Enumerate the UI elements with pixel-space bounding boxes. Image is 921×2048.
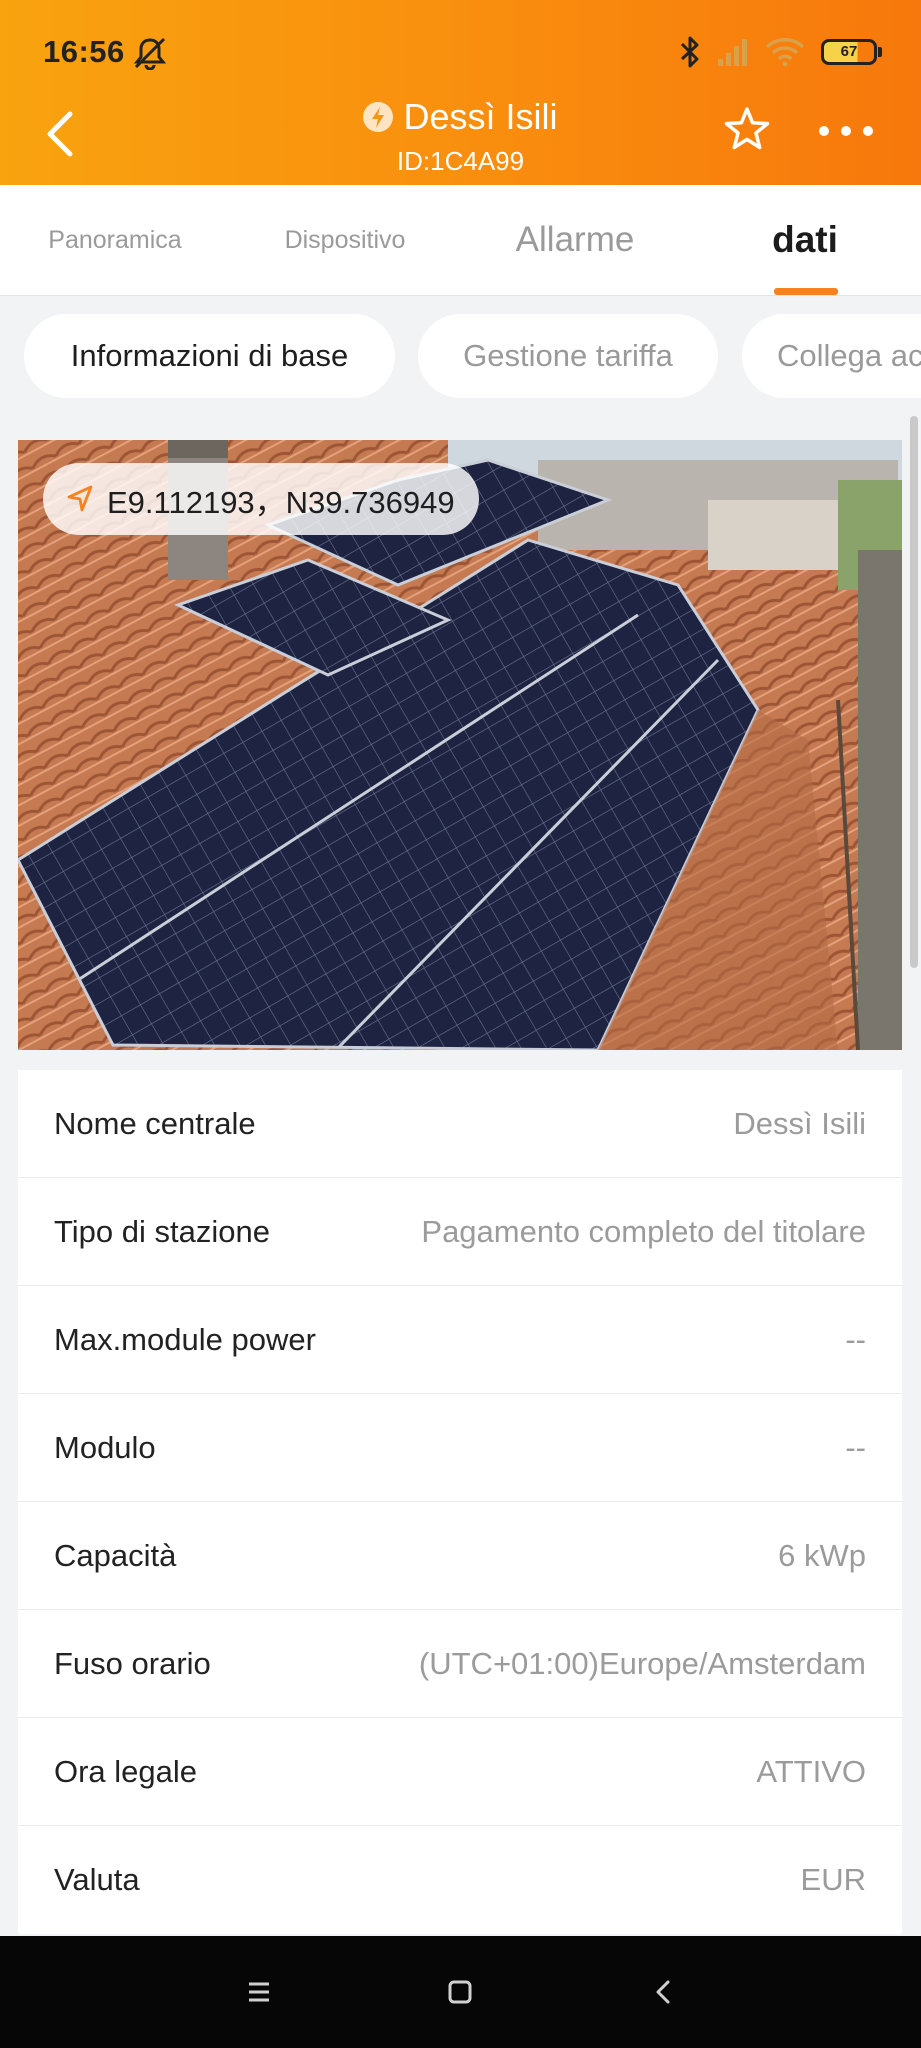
row-value: Pagamento completo del titolare [421,1213,866,1249]
wifi-icon [765,38,805,67]
row-label: Capacità [54,1537,177,1573]
location-coordinates: E9.112193，N39.736949 [107,484,455,520]
tab-panoramica[interactable]: Panoramica [20,185,210,295]
menu-icon[interactable] [233,1966,285,2018]
basic-info-list: Nome centrale Dessì Isili Tipo di stazio… [18,1070,902,1934]
info-row-modulo: Modulo -- [18,1394,902,1502]
row-value: EUR [800,1862,866,1897]
row-value: (UTC+01:00)Europe/Amsterdam [418,1645,866,1681]
app-header: 16:56 67 Dessì Isili ID:1C4A99 [0,0,921,185]
row-label: Max.module power [54,1321,316,1357]
bluetooth-icon [680,36,699,68]
chip-collega[interactable]: Collega ac [742,314,921,398]
system-back-icon[interactable] [638,1966,690,2018]
chip-gestione-tariffa[interactable]: Gestione tariffa [418,314,718,398]
info-row-valuta: Valuta EUR [18,1826,902,1934]
status-time: 16:56 [43,34,125,69]
row-label: Valuta [54,1862,140,1897]
row-value: Dessì Isili [733,1105,866,1141]
plant-id: ID:1C4A99 [396,146,525,176]
chip-informazioni-di-base[interactable]: Informazioni di base [24,314,395,398]
system-navigation-bar [0,1936,921,2048]
battery-level: 67 [840,43,858,60]
tab-dispositivo[interactable]: Dispositivo [250,185,440,295]
row-label: Ora legale [54,1753,198,1789]
status-icons: 67 [679,32,882,72]
location-arrow-icon [67,485,93,512]
info-row-ora-legale: Ora legale ATTIVO [18,1718,902,1826]
info-row-fuso-orario: Fuso orario (UTC+01:00)Europe/Amsterdam [18,1610,902,1718]
favorite-star-icon[interactable] [724,106,770,152]
battery-icon: 67 [821,39,882,65]
signal-icon [718,39,747,66]
row-label: Tipo di stazione [54,1213,270,1249]
row-value: ATTIVO [756,1753,866,1789]
row-label: Modulo [54,1429,156,1465]
plant-type-icon [363,102,394,132]
more-options-icon[interactable] [816,118,876,144]
mute-icon [133,37,167,70]
info-row-max-module-power: Max.module power -- [18,1286,902,1394]
row-label: Nome centrale [54,1105,256,1141]
active-tab-indicator [774,288,838,295]
row-value: -- [845,1429,866,1465]
page-title-wrap: Dessì Isili [0,96,921,138]
info-row-capacita: Capacità 6 kWp [18,1502,902,1610]
info-row-tipo-di-stazione: Tipo di stazione Pagamento completo del … [18,1178,902,1286]
row-value: 6 kWp [778,1537,866,1573]
home-icon[interactable] [434,1966,486,2018]
section-tabs: Panoramica Dispositivo Allarme dati [0,185,921,296]
tab-allarme[interactable]: Allarme [480,185,670,295]
tab-dati[interactable]: dati [710,185,900,295]
info-row-nome-centrale: Nome centrale Dessì Isili [18,1070,902,1178]
scrollbar[interactable] [910,416,918,968]
page-title: Dessì Isili [403,96,558,137]
subsection-chips: Informazioni di base Gestione tariffa Co… [0,314,921,400]
row-label: Fuso orario [54,1645,211,1681]
row-value: -- [845,1321,866,1357]
location-pill[interactable]: E9.112193，N39.736949 [43,463,479,535]
